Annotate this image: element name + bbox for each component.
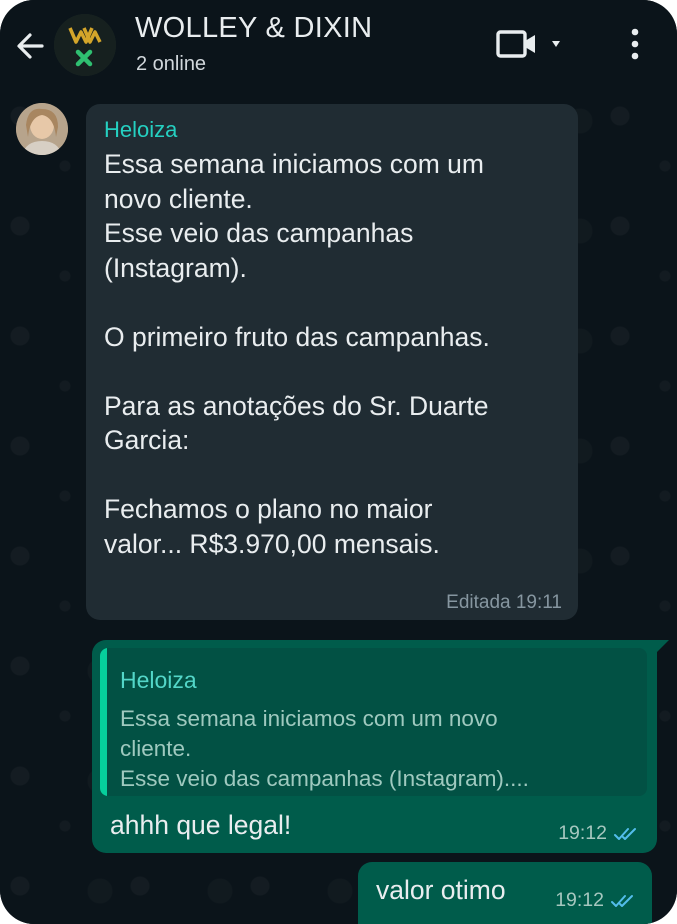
quoted-line: Essa semana iniciamos com um novo [120, 706, 498, 731]
online-status: 2 online [136, 53, 207, 75]
message-text: ahhh que legal! [110, 810, 292, 840]
message-line: Essa semana iniciamos com um [104, 149, 484, 179]
message-line: O primeiro fruto das campanhas. [104, 321, 490, 352]
more-options-icon [631, 28, 639, 60]
message-meta: 19:12 [558, 822, 641, 845]
message-line: Fechamos o plano no maior [104, 494, 433, 524]
back-button[interactable] [12, 26, 52, 66]
quoted-text: Essa semana iniciamos com um novo client… [120, 704, 633, 794]
message-time: 19:12 [555, 889, 604, 911]
message-meta: Editada 19:11 [446, 592, 562, 613]
chat-header: WOLLEY & DIXIN 2 online [0, 0, 677, 96]
quote-accent-bar [100, 648, 107, 796]
message-text: valor otimo [376, 875, 506, 905]
message-text: Essa semana iniciamos com um novo client… [104, 147, 564, 561]
outgoing-message[interactable]: valor otimo 19:12 [358, 862, 652, 924]
message-line: novo cliente. [104, 183, 253, 214]
back-arrow-icon [17, 33, 44, 59]
sender-avatar[interactable] [16, 103, 68, 155]
video-call-button[interactable] [494, 24, 574, 64]
double-check-icon [614, 827, 636, 840]
quoted-line: cliente. [120, 736, 192, 761]
outgoing-reply-message[interactable]: Heloiza Essa semana iniciamos com um nov… [92, 640, 669, 853]
message-line: (Instagram). [104, 252, 247, 283]
message-line: Esse veio das campanhas [104, 218, 414, 248]
message-line: Para as anotações do Sr. Duarte [104, 390, 489, 421]
group-avatar[interactable] [54, 14, 116, 76]
video-call-icon [496, 30, 560, 58]
avatar-photo [16, 103, 68, 155]
message-time: 19:12 [558, 822, 607, 844]
more-options-button[interactable] [620, 24, 650, 64]
quoted-line: Esse veio das campanhas (Instagram).... [120, 766, 529, 791]
quoted-message[interactable]: Heloiza Essa semana iniciamos com um nov… [100, 648, 647, 796]
double-check-icon [611, 894, 633, 907]
message-line: Garcia: [104, 425, 190, 455]
message-meta: 19:12 [555, 889, 638, 912]
message-line: valor... R$3.970,00 mensais. [104, 528, 440, 559]
sender-name[interactable]: Heloiza [104, 117, 177, 143]
quoted-sender: Heloiza [120, 667, 197, 693]
chevron-down-icon [552, 41, 560, 47]
incoming-message[interactable]: Heloiza Essa semana iniciamos com um nov… [86, 104, 578, 620]
group-logo-icon [54, 14, 116, 76]
chat-screen: WOLLEY & DIXIN 2 online Heloiza Essa sem… [0, 0, 677, 924]
chat-title[interactable]: WOLLEY & DIXIN [135, 12, 372, 45]
